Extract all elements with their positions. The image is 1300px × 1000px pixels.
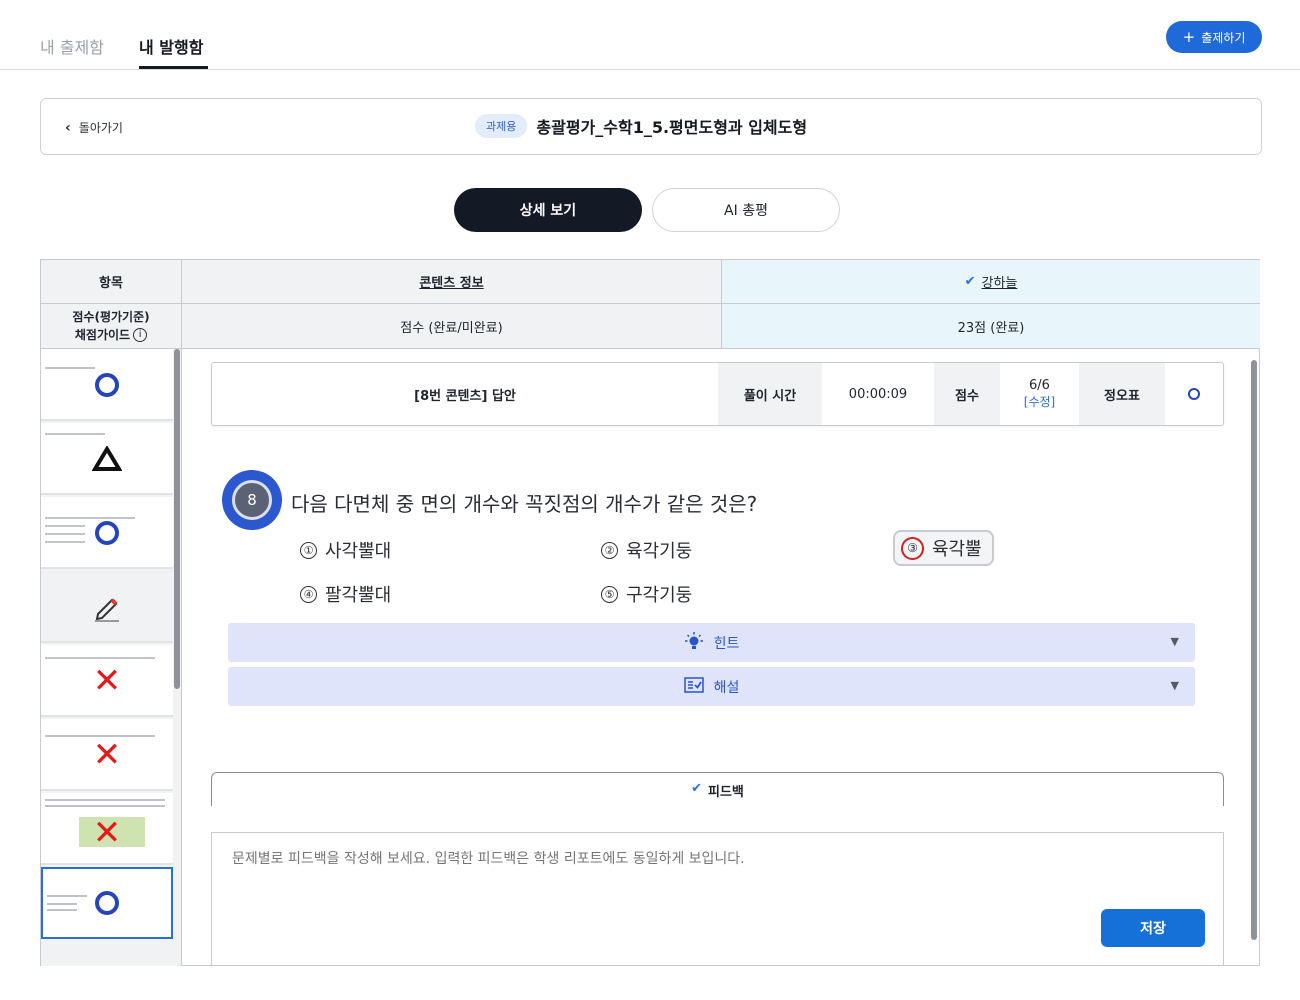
feedback-input[interactable] [232,851,1032,867]
question-thumbnail-1[interactable] [41,349,173,421]
option-5[interactable]: ⑤ 구각기둥 [601,581,692,607]
answer-summary-bar: [8번 콘텐츠] 답안 풀이 시간 00:00:09 점수 6/6 [수정] 정… [211,362,1224,426]
question-number: 8 [232,480,272,520]
top-nav: 내 출제함 내 발행함 + 출제하기 [0,0,1300,70]
option-number: ③ [901,536,924,560]
result-label: 정오표 [1079,363,1165,425]
grading-guide-label: 채점가이드 [74,328,131,342]
option-label: 팔각뿔대 [325,585,392,606]
create-button-label: 출제하기 [1201,30,1246,45]
header-score-guide: 점수(평가기준) 채점가이드 i [41,304,182,349]
lightbulb-icon [684,631,704,654]
feedback-panel: 저장 [211,832,1224,966]
question-thumbnail-3[interactable] [41,497,173,569]
option-1[interactable]: ① 사각뿔대 [300,537,391,563]
header-item: 항목 [41,260,182,304]
feedback-tab-label: 피드백 [708,785,744,800]
question-thumbnail-7[interactable]: ✕ [41,793,173,865]
score-header: 점수 (완료/미완료) [182,304,722,349]
content-scrollbar[interactable] [1251,360,1257,940]
check-icon: ✔ [964,274,976,289]
option-label: 육각기둥 [626,541,693,562]
option-4[interactable]: ④ 팔각뿔대 [300,581,391,607]
question-thumbnail-8[interactable] [41,867,173,939]
assignment-type-badge: 과제용 [475,114,528,138]
solve-time-value: 00:00:09 [848,386,908,402]
grading-grid: 항목 콘텐츠 정보 ✔ 강하늘 점수(평가기준) 채점가이드 i 점수 (완료/… [40,259,1260,966]
chevron-down-icon: ▼ [1170,635,1179,648]
chevron-down-icon: ▼ [1170,679,1179,692]
o-mark-icon [91,887,123,919]
question-thumbnail-5[interactable]: ✕ [41,645,173,717]
pencil-icon [91,591,123,623]
x-mark-icon: ✕ [92,735,122,775]
page-title: 총괄평가_수학1_5.평면도형과 입체도형 [536,118,808,137]
o-mark-icon [91,369,123,401]
hint-accordion[interactable]: 힌트 ▼ [228,623,1195,662]
hint-label: 힌트 [713,635,740,652]
option-3-selected[interactable]: ③ 육각뿔 [893,530,994,566]
option-number: ② [601,541,618,559]
checklist-icon [683,676,704,697]
thumbnail-scrollbar[interactable] [174,349,180,689]
assignment-header: ‹ 돌아가기 과제용 총괄평가_수학1_5.평면도형과 입체도형 [40,98,1262,155]
header-student: ✔ 강하늘 [722,260,1260,304]
correct-circle-icon [1188,388,1200,400]
score-value: 6/6 [1029,378,1050,393]
ai-review-button[interactable]: AI 총평 [652,188,840,232]
tab-my-drafts[interactable]: 내 출제함 [40,34,104,58]
student-name-link[interactable]: 강하늘 [982,272,1018,291]
back-label: 돌아가기 [78,121,123,135]
option-number: ⑤ [601,585,618,603]
grading-guide-row: 채점가이드 i [74,326,148,344]
student-score: 23점 (완료) [722,304,1260,349]
detail-view-button[interactable]: 상세 보기 [454,188,642,232]
create-question-button[interactable]: + 출제하기 [1166,21,1262,53]
check-icon: ✔ [691,781,702,796]
explanation-label: 해설 [713,679,740,696]
active-tab-indicator [139,66,208,69]
solve-time-label: 풀이 시간 [718,363,822,425]
title-group: 과제용 총괄평가_수학1_5.평면도형과 입체도형 [475,114,807,138]
info-icon[interactable]: i [133,328,148,342]
option-label: 사각뿔대 [325,541,392,562]
question-thumbnail-4[interactable] [41,571,173,643]
question-thumbnail-list: ✕ ✕ ✕ [41,349,182,966]
option-number: ④ [300,585,317,603]
question-text: 다음 다면체 중 면의 개수와 꼭짓점의 개수가 같은 것은? [291,492,758,516]
question-number-badge: 8 [222,470,282,530]
tab-my-published[interactable]: 내 발행함 [139,34,203,58]
triangle-mark-icon [91,443,123,475]
option-2[interactable]: ② 육각기둥 [601,537,692,563]
explanation-accordion[interactable]: 해설 ▼ [228,667,1195,706]
feedback-tab[interactable]: ✔ 피드백 [211,772,1224,806]
save-button[interactable]: 저장 [1101,909,1205,947]
score-cell: 6/6 [수정] [1000,363,1079,425]
edit-score-link[interactable]: [수정] [1024,394,1055,410]
content-info-link[interactable]: 콘텐츠 정보 [419,272,483,291]
score-criteria-label: 점수(평가기준) [72,310,150,324]
x-mark-icon: ✕ [92,661,122,701]
back-button[interactable]: ‹ 돌아가기 [65,119,123,136]
option-number: ① [300,541,317,559]
option-label: 육각뿔 [932,539,982,560]
score-label: 점수 [934,363,1000,425]
question-thumbnail-2[interactable] [41,423,173,495]
chevron-left-icon: ‹ [65,119,71,136]
result-cell [1165,363,1223,425]
x-mark-icon: ✕ [92,813,122,853]
answer-title: [8번 콘텐츠] 답안 [414,388,516,404]
header-content-info: 콘텐츠 정보 [182,260,722,304]
question-thumbnail-6[interactable]: ✕ [41,719,173,791]
option-label: 구각기둥 [626,585,693,606]
o-mark-icon [91,517,123,549]
plus-icon: + [1182,27,1196,46]
